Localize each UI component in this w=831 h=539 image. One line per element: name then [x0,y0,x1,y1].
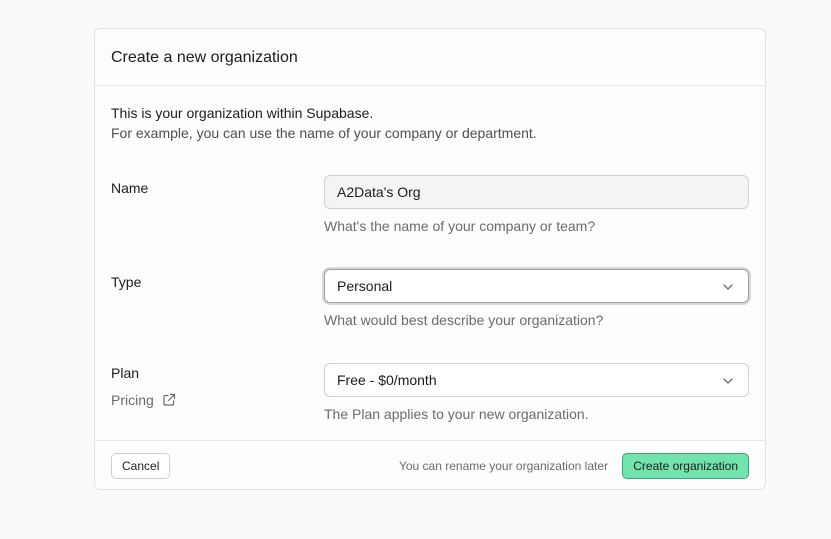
name-label: Name [111,180,149,196]
create-organization-dialog: Create a new organization This is your o… [94,28,766,490]
intro-text: This is your organization within Supabas… [111,105,537,141]
dialog-footer: Cancel You can rename your organization … [95,440,765,490]
name-input-value: A2Data's Org [337,184,421,200]
dialog-title: Create a new organization [111,49,298,66]
name-input[interactable]: A2Data's Org [324,175,749,209]
type-help-text: What would best describe your organizati… [324,312,604,328]
chevron-down-icon [723,284,733,290]
pricing-link-label: Pricing [111,392,154,408]
rename-note: You can rename your organization later [398,459,608,473]
plan-select[interactable]: Free - $0/month [324,363,749,397]
intro-line-2: For example, you can use the name of you… [111,125,537,141]
chevron-down-icon [723,378,733,384]
plan-label: Plan [111,365,140,381]
create-organization-button[interactable]: Create organization [622,453,749,479]
dialog-header: Create a new organization [95,29,765,86]
intro-line-1: This is your organization within Supabas… [111,105,374,121]
external-link-icon [163,393,175,406]
pricing-link[interactable]: Pricing [111,392,176,408]
type-select-value: Personal [337,278,393,294]
type-select[interactable]: Personal [324,269,749,303]
plan-help-text: The Plan applies to your new organizatio… [324,406,589,422]
type-label: Type [111,274,142,290]
name-help-text: What's the name of your company or team? [324,218,596,234]
cancel-button[interactable]: Cancel [111,453,171,479]
plan-select-value: Free - $0/month [337,372,437,388]
